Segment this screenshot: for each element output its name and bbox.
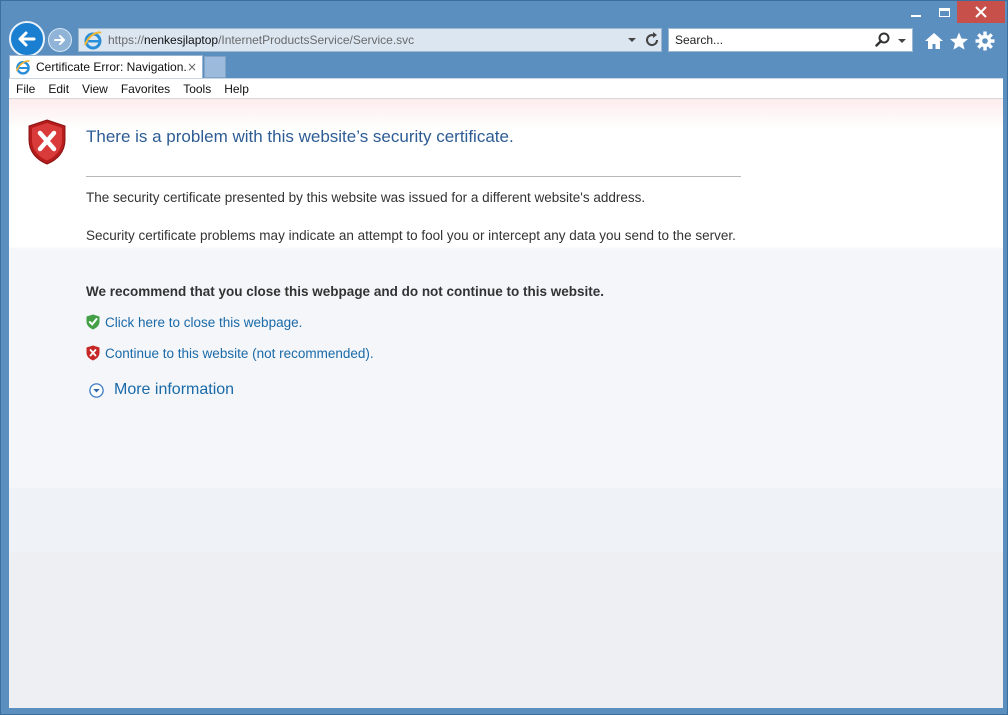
menu-file[interactable]: File [16,82,35,96]
tab-certificate-error[interactable]: Certificate Error: Navigation... × [9,55,203,78]
red-shield-x-icon [86,345,100,361]
security-warning-text: Security certificate problems may indica… [86,228,736,243]
ie-logo-icon [84,31,102,50]
favorites-star-icon[interactable] [949,31,969,51]
maximize-button[interactable] [931,1,957,23]
expand-chevron-icon [89,382,104,398]
browser-window: https://nenkesjlaptop/InternetProductsSe… [0,0,1008,715]
menu-favorites[interactable]: Favorites [121,82,170,96]
forward-arrow-icon [54,35,65,45]
refresh-icon[interactable] [643,31,661,49]
close-window-button[interactable] [957,1,1005,23]
new-tab-button[interactable] [204,56,226,78]
back-arrow-icon [18,31,36,47]
menu-help[interactable]: Help [224,82,249,96]
settings-gear-icon[interactable] [975,31,995,51]
error-shield-icon [28,119,66,165]
page-title: There is a problem with this website’s s… [86,127,514,146]
more-information-toggle[interactable]: More information [89,381,234,399]
address-bar[interactable]: https://nenkesjlaptop/InternetProductsSe… [78,28,662,52]
ie-tab-icon [15,60,30,75]
address-dropdown-icon[interactable] [627,35,637,45]
title-divider [86,176,741,177]
menu-tools[interactable]: Tools [183,82,211,96]
close-webpage-link[interactable]: Click here to close this webpage. [105,315,302,330]
search-input[interactable] [675,33,865,47]
address-mismatch-text: The security certificate presented by th… [86,190,646,205]
minimize-button[interactable] [901,1,931,23]
green-shield-check-icon [86,314,100,330]
menu-bar: File Edit View Favorites Tools Help [9,78,1003,99]
continue-website-link[interactable]: Continue to this website (not recommende… [105,346,374,361]
search-icon[interactable] [875,32,891,48]
tab-title: Certificate Error: Navigation... [36,60,188,74]
close-icon [975,6,987,18]
address-url[interactable]: https://nenkesjlaptop/InternetProductsSe… [108,33,414,47]
recommendation-text: We recommend that you close this webpage… [86,284,605,299]
continue-website-row: Continue to this website (not recommende… [86,345,374,361]
close-webpage-row: Click here to close this webpage. [86,314,302,330]
page-content: There is a problem with this website’s s… [9,99,1003,708]
search-dropdown-icon[interactable] [897,36,907,46]
tab-close-icon[interactable]: × [187,60,197,74]
back-button[interactable] [9,21,45,57]
maximize-icon [938,7,950,17]
minimize-icon [911,15,921,17]
menu-edit[interactable]: Edit [48,82,69,96]
forward-button[interactable] [48,28,72,52]
home-icon[interactable] [924,31,944,51]
search-box[interactable] [668,28,913,52]
menu-view[interactable]: View [82,82,108,96]
more-information-link[interactable]: More information [114,381,234,399]
